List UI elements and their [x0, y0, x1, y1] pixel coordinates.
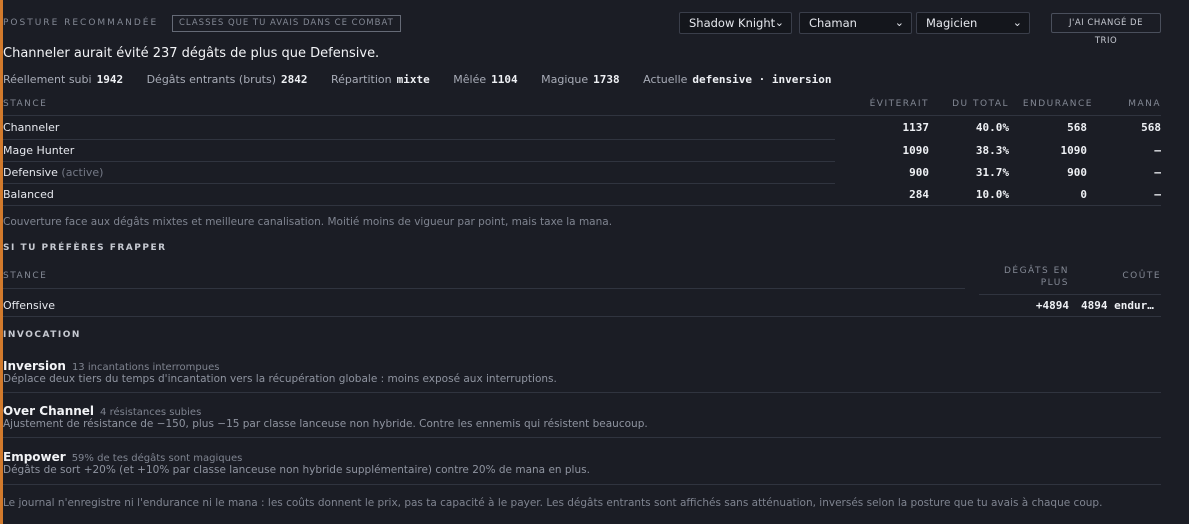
divider: [3, 139, 835, 140]
endurance-value: 900: [1067, 166, 1087, 179]
stat-label: Actuelle: [643, 73, 688, 86]
invocation-sub: 4 résistances subies: [100, 407, 202, 418]
du-total-value: 10.0%: [975, 188, 1009, 201]
section-label-posture: POSTURE RECOMMANDÉE: [3, 18, 159, 28]
eviterait-value: 284: [909, 188, 929, 201]
class-select-1[interactable]: Shadow Knight ⌄: [679, 12, 792, 34]
strike-col-header-degats-line1: DÉGÂTS EN: [1003, 266, 1069, 276]
chevron-down-icon: ⌄: [774, 16, 784, 29]
active-note: (active): [61, 166, 104, 179]
coverage-note: Couverture face aux dégâts mixtes et mei…: [3, 216, 613, 228]
divider: [3, 161, 835, 162]
mana-value: —: [1154, 188, 1161, 201]
divider: [3, 392, 1161, 393]
divider: [979, 294, 1161, 295]
strike-col-header-cout: COÛTE: [1122, 271, 1161, 281]
stat-value: 2842: [281, 73, 308, 86]
eviterait-value: 900: [909, 166, 929, 179]
stat-value: 1104: [491, 73, 518, 86]
invocation-name: Inversion: [3, 359, 66, 373]
eviterait-value: 1090: [902, 144, 930, 157]
mana-value: —: [1154, 144, 1161, 157]
chevron-down-icon: ⌄: [894, 16, 904, 29]
footer-note: Le journal n'enregistre ni l'endurance n…: [3, 497, 1103, 509]
class-select-3-value: Magicien: [926, 16, 978, 30]
stat-label: Mêlée: [453, 73, 487, 86]
changed-trio-button[interactable]: J'AI CHANGÉ DE TRIO: [1051, 13, 1161, 46]
invocation-heading: Empower 59% de tes dégâts sont magiques: [3, 446, 242, 465]
strike-col-header-stance: STANCE: [3, 271, 48, 281]
stat-value: defensive · inversion: [692, 73, 832, 86]
mana-value: 568: [1141, 121, 1161, 134]
col-header-mana: MANA: [1128, 99, 1161, 109]
invocation-sub: 13 incantations interrompues: [71, 362, 220, 373]
divider: [3, 183, 835, 184]
mana-value: —: [1154, 166, 1161, 179]
recommendation-panel: POSTURE RECOMMANDÉE CLASSES QUE TU AVAIS…: [0, 0, 1189, 524]
invocation-name: Over Channel: [3, 404, 95, 418]
stance-name: Channeler: [3, 121, 60, 134]
divider: [3, 205, 1161, 206]
class-select-2[interactable]: Chaman ⌄: [799, 12, 912, 34]
stat-value: mixte: [396, 73, 430, 86]
eviterait-value: 1137: [902, 121, 930, 134]
divider: [3, 288, 965, 289]
du-total-value: 38.3%: [975, 144, 1009, 157]
strike-section-title: SI TU PRÉFÈRES FRAPPER: [3, 243, 167, 253]
invocation-name: Empower: [3, 450, 66, 464]
stance-name: Defensive: [3, 166, 58, 179]
endurance-value: 0: [1080, 188, 1087, 201]
stat-label: Dégâts entrants (bruts): [146, 73, 277, 86]
endurance-value: 568: [1067, 121, 1087, 134]
stat-label: Répartition: [331, 73, 392, 86]
col-header-eviterait: ÉVITERAIT: [869, 99, 929, 109]
headline: Channeler aurait évité 237 dégâts de plu…: [3, 46, 380, 61]
invocation-section-title: INVOCATION: [3, 330, 81, 340]
chevron-down-icon: ⌄: [1012, 16, 1022, 29]
strike-stance-name: Offensive: [3, 299, 56, 312]
stat-label: Magique: [541, 73, 589, 86]
divider: [3, 484, 1161, 485]
invocation-sub: 59% de tes dégâts sont magiques: [71, 453, 243, 464]
stance-name-active: Defensive (active): [3, 166, 103, 179]
divider: [3, 115, 1161, 116]
endurance-value: 1090: [1060, 144, 1088, 157]
class-select-1-value: Shadow Knight: [689, 16, 776, 30]
col-header-endurance: ENDURANCE: [1022, 99, 1093, 109]
strike-degats-value: +4894: [1035, 299, 1069, 312]
class-select-3[interactable]: Magicien ⌄: [916, 12, 1030, 34]
invocation-desc: Déplace deux tiers du temps d'incantatio…: [3, 373, 557, 385]
classes-tag: CLASSES QUE TU AVAIS DANS CE COMBAT: [172, 15, 401, 32]
invocation-desc: Dégâts de sort +20% (et +10% par classe …: [3, 464, 590, 476]
stat-value: 1942: [96, 73, 124, 86]
strike-col-header-degats: DÉGÂTS EN PLUS: [979, 265, 1069, 289]
du-total-value: 40.0%: [975, 121, 1009, 134]
strike-col-header-degats-line2: PLUS: [1040, 278, 1069, 288]
stats-line: Réellement subi 1942 Dégâts entrants (bru…: [3, 73, 852, 86]
divider: [3, 316, 1161, 317]
class-select-2-value: Chaman: [809, 16, 857, 30]
invocation-desc: Ajustement de résistance de −150, plus −…: [3, 418, 648, 430]
divider: [3, 437, 1161, 438]
strike-cout-value: 4894 endur…: [1081, 299, 1154, 312]
du-total-value: 31.7%: [975, 166, 1009, 179]
invocation-heading: Inversion 13 incantations interrompues: [3, 355, 219, 374]
stat-label: Réellement subi: [3, 73, 92, 86]
stance-name: Balanced: [3, 188, 54, 201]
stance-name: Mage Hunter: [3, 144, 75, 157]
col-header-du-total: DU TOTAL: [952, 99, 1009, 109]
invocation-heading: Over Channel 4 résistances subies: [3, 400, 201, 419]
stat-value: 1738: [593, 73, 620, 86]
col-header-stance: STANCE: [3, 99, 48, 109]
